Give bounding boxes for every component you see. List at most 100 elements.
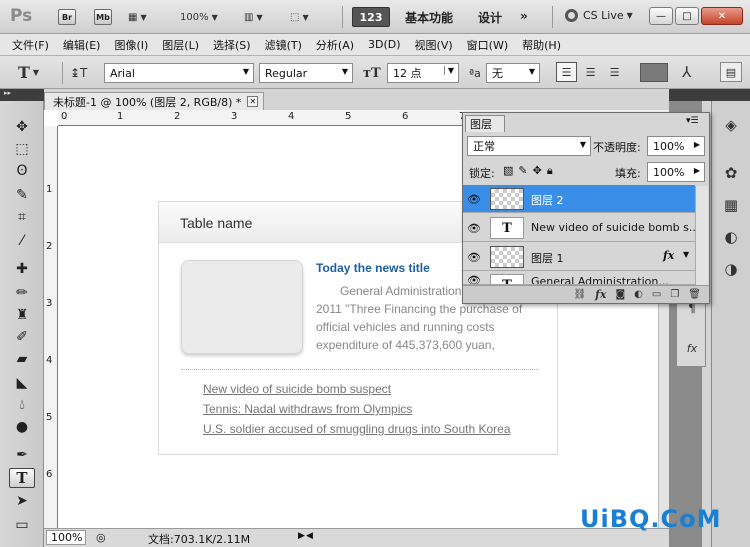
menu-analysis[interactable]: 分析(A)	[316, 37, 354, 53]
dodge-tool-icon[interactable]: ●	[9, 417, 35, 437]
eraser-tool-icon[interactable]: ▰	[9, 349, 35, 369]
delete-layer-icon[interactable]: 🗑︎	[688, 289, 701, 300]
blend-mode-select[interactable]: 正常 ▼	[467, 136, 591, 156]
font-family-select[interactable]: Arial ▼	[104, 63, 254, 83]
fx-panel-icon[interactable]: fx	[678, 336, 706, 360]
workspace-essentials[interactable]: 基本功能	[405, 9, 453, 26]
swatches-panel-icon[interactable]: ▦	[717, 193, 745, 217]
type-tool-preset-icon[interactable]: T ▼	[18, 62, 39, 82]
layer-row[interactable]: 👁︎ T New video of suicide bomb s...	[463, 214, 699, 242]
layers-scrollbar[interactable]	[695, 186, 708, 286]
menu-edit[interactable]: 编辑(E)	[63, 37, 101, 53]
panel-grip[interactable]: ▸▸	[0, 89, 44, 101]
scroll-left-arrow-icon[interactable]: ◀	[306, 531, 313, 541]
crop-tool-icon[interactable]: ⌗	[9, 207, 35, 227]
new-layer-icon[interactable]: ❐	[670, 289, 679, 300]
restore-button[interactable]: □	[675, 7, 699, 25]
marquee-tool-icon[interactable]: ⬚	[9, 139, 35, 159]
minimize-button[interactable]: —	[649, 7, 673, 25]
ruler-label: 2	[46, 241, 53, 252]
move-tool-icon[interactable]: ✥	[9, 117, 35, 137]
layers-panel-icon[interactable]: ◈	[717, 113, 745, 137]
panel-menu-icon[interactable]: ▾☰	[686, 116, 706, 129]
layers-tab[interactable]: 图层	[465, 115, 505, 132]
lasso-tool-icon[interactable]: ʘ	[9, 161, 35, 181]
styles-panel-icon[interactable]: ◐	[717, 225, 745, 249]
status-menu-arrow-icon[interactable]: ▶	[298, 531, 305, 541]
paint-bucket-tool-icon[interactable]: ◣	[9, 373, 35, 393]
menu-filter[interactable]: 滤镜(T)	[265, 37, 302, 53]
layer-row[interactable]: 👁︎ 图层 2	[463, 185, 695, 213]
add-mask-icon[interactable]: ◙	[615, 289, 625, 300]
new-group-icon[interactable]: ▭	[652, 289, 661, 300]
text-color-swatch[interactable]	[640, 63, 668, 82]
shape-tool-icon[interactable]: ▭	[9, 515, 35, 535]
zoom-level-select[interactable]: 100% ▼	[180, 7, 218, 27]
history-brush-tool-icon[interactable]: ✐	[9, 327, 35, 347]
bridge-button[interactable]: Br	[58, 7, 76, 27]
workspace-design[interactable]: 设计	[478, 9, 502, 26]
quick-select-tool-icon[interactable]: ✎	[9, 185, 35, 205]
link-layers-icon[interactable]: ⛓	[573, 289, 586, 300]
workspace-switcher-box[interactable]: 123	[352, 7, 390, 27]
layer-row[interactable]: 👁︎ 图层 1 fx ▼	[463, 243, 695, 271]
masks-panel-icon[interactable]: ◑	[717, 257, 745, 281]
separator	[342, 6, 343, 28]
menu-view[interactable]: 视图(V)	[415, 37, 453, 53]
close-button[interactable]: ✕	[701, 7, 743, 25]
visibility-eye-icon[interactable]: 👁︎	[467, 274, 481, 284]
align-right-icon: ☰	[609, 65, 620, 79]
view-extras-button[interactable]: ▦ ▼	[128, 7, 147, 27]
arrange-documents-button[interactable]: ▥ ▼	[244, 7, 263, 27]
menu-window[interactable]: 窗口(W)	[467, 37, 508, 53]
blur-tool-icon[interactable]: 💧︎	[9, 395, 35, 415]
menu-3d[interactable]: 3D(D)	[368, 38, 401, 51]
lock-options-icons[interactable]: ▧✎✥🔒︎	[503, 164, 558, 178]
clone-stamp-tool-icon[interactable]: ♜	[9, 305, 35, 325]
add-style-icon[interactable]: fx	[595, 288, 606, 301]
visibility-eye-icon[interactable]: 👁︎	[467, 222, 481, 235]
visibility-eye-icon[interactable]: 👁︎	[467, 251, 481, 264]
color-panel-icon[interactable]: ✿	[717, 161, 745, 185]
font-size-select[interactable]: 12 点 ▼	[387, 63, 459, 83]
news-link: U.S. soldier accused of smuggling drugs …	[203, 422, 511, 436]
mini-bridge-button[interactable]: Mb	[94, 7, 112, 27]
dock-header-strip[interactable]	[669, 89, 750, 101]
more-workspaces-button[interactable]: »	[520, 9, 528, 23]
menu-layer[interactable]: 图层(L)	[162, 37, 199, 53]
align-center-button[interactable]: ☰	[580, 62, 601, 82]
fill-field[interactable]: 100% ▶	[647, 162, 705, 182]
spot-healing-tool-icon[interactable]: ✚	[9, 259, 35, 279]
document-tab[interactable]: 未标题-1 @ 100% (图层 2, RGB/8) * ✕	[44, 92, 264, 110]
pen-tool-icon[interactable]: ✒	[9, 445, 35, 465]
tools-panel: ▸▸ ✥ ⬚ ʘ ✎ ⌗ ⁄ ✚ ✏ ♜ ✐ ▰ ◣ 💧︎ ● ✒ T ➤ ▭	[0, 89, 44, 547]
antialias-select[interactable]: 无 ▼	[486, 63, 540, 83]
news-thumbnail	[181, 260, 303, 354]
status-options-icon[interactable]: ◎	[96, 531, 106, 544]
close-document-icon[interactable]: ✕	[247, 96, 259, 107]
menu-help[interactable]: 帮助(H)	[522, 37, 561, 53]
menu-image[interactable]: 图像(I)	[114, 37, 148, 53]
screen-mode-button[interactable]: ⬚ ▼	[290, 7, 309, 27]
align-right-button[interactable]: ☰	[604, 62, 625, 82]
warp-text-icon[interactable]: ⅄	[682, 62, 691, 82]
status-zoom-field[interactable]: 100%	[46, 530, 86, 545]
character-panel-icon[interactable]: ▤	[720, 62, 742, 82]
path-selection-tool-icon[interactable]: ➤	[9, 491, 35, 511]
opacity-value: 100%	[653, 139, 685, 153]
expand-effects-icon[interactable]: ▼	[683, 250, 689, 259]
text-orientation-icon[interactable]: ↨T	[70, 63, 87, 83]
brush-tool-icon[interactable]: ✏	[9, 283, 35, 303]
visibility-eye-icon[interactable]: 👁︎	[467, 193, 481, 206]
align-left-button[interactable]: ☰	[556, 62, 577, 82]
menu-file[interactable]: 文件(F)	[12, 37, 49, 53]
cs-live-button[interactable]: CS Live ▼	[565, 9, 633, 22]
opacity-field[interactable]: 100% ▶	[647, 136, 705, 156]
layer-effects-icon[interactable]: fx	[663, 249, 674, 262]
menu-select[interactable]: 选择(S)	[213, 37, 251, 53]
type-tool-icon[interactable]: T	[9, 468, 35, 488]
layer-row[interactable]: 👁︎ T General Administration...	[463, 272, 695, 285]
adjustment-layer-icon[interactable]: ◐	[634, 289, 643, 300]
font-style-select[interactable]: Regular ▼	[259, 63, 353, 83]
eyedropper-tool-icon[interactable]: ⁄	[9, 231, 35, 251]
